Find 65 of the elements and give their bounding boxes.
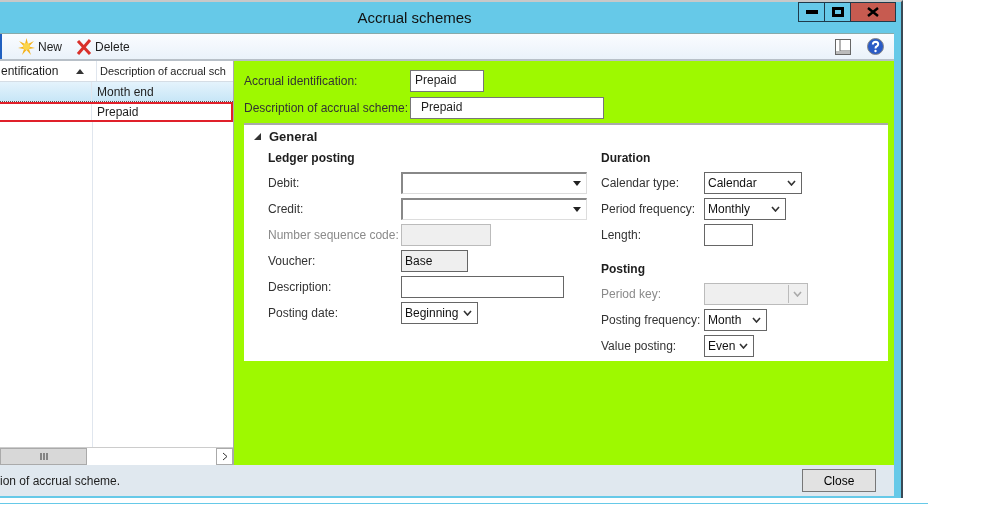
group-title: Posting xyxy=(601,262,646,276)
dropdown[interactable]: Monthly xyxy=(704,198,786,220)
status-text: ion of accrual scheme. xyxy=(0,473,121,488)
input-field[interactable] xyxy=(704,224,753,246)
close-icon xyxy=(867,7,879,17)
field-label: Debit: xyxy=(268,176,301,190)
scroll-right-button[interactable] xyxy=(216,448,233,465)
field-label: Number sequence code: xyxy=(268,228,400,242)
field-label: Period frequency: xyxy=(601,202,697,216)
chevron-down-icon xyxy=(793,291,802,297)
dropdown[interactable] xyxy=(401,172,587,194)
dropdown[interactable]: Even xyxy=(704,335,754,357)
input-field[interactable]: Prepaid xyxy=(410,69,484,92)
grid-row[interactable]: Month end xyxy=(0,82,233,102)
field-label: Posting frequency: xyxy=(601,313,702,327)
chevron-down-icon xyxy=(752,317,761,323)
dropdown[interactable]: Month xyxy=(704,309,767,331)
dropdown[interactable]: Calendar xyxy=(704,172,802,194)
close-button[interactable] xyxy=(850,2,896,22)
dropdown-arrow-icon xyxy=(573,207,581,212)
input-field[interactable] xyxy=(401,224,491,246)
group-title: Ledger posting xyxy=(268,151,356,165)
chevron-down-icon xyxy=(787,180,796,186)
chevron-down-icon xyxy=(739,343,748,349)
grid-cell-text: Prepaid xyxy=(96,105,139,119)
maximize-icon xyxy=(831,7,844,17)
delete-icon xyxy=(76,38,92,55)
field-label: Calendar type: xyxy=(601,176,681,190)
section-title: General xyxy=(269,129,318,144)
help-icon[interactable] xyxy=(867,38,884,55)
chevron-down-icon xyxy=(771,206,780,212)
minimize-button[interactable] xyxy=(798,2,825,22)
maximize-button[interactable] xyxy=(824,2,851,22)
dropdown[interactable]: Beginning xyxy=(401,302,478,324)
field-label: Posting date: xyxy=(268,306,340,320)
field-label: Credit: xyxy=(268,202,305,216)
group-title: Duration xyxy=(601,151,652,165)
chevron-down-icon xyxy=(463,310,472,316)
star-burst-icon xyxy=(18,38,35,55)
field-label: Description of accrual scheme: xyxy=(244,100,410,115)
grid-cell-text: Month end xyxy=(96,84,154,99)
field-label: Voucher: xyxy=(268,254,317,268)
grid-row[interactable]: Prepaid xyxy=(0,102,233,122)
field-label: Description: xyxy=(268,280,333,294)
input-field[interactable]: Prepaid xyxy=(410,96,604,119)
dropdown[interactable] xyxy=(401,198,587,220)
column-header[interactable]: Description of accrual sch xyxy=(97,61,233,81)
field-label: Length: xyxy=(601,228,643,242)
field-label: Value posting: xyxy=(601,339,678,353)
scrollbar-thumb[interactable] xyxy=(0,448,87,465)
input-field[interactable] xyxy=(401,276,564,298)
sort-arrow-icon xyxy=(76,68,84,74)
field-label: Period key: xyxy=(601,287,663,301)
chevron-right-icon xyxy=(221,452,228,461)
close-dialog-button[interactable]: Close xyxy=(802,469,876,492)
column-header[interactable]: entification xyxy=(0,61,97,81)
delete-button[interactable]: Delete xyxy=(74,38,132,55)
dropdown-arrow-icon xyxy=(573,181,581,186)
new-button[interactable]: New xyxy=(16,38,64,55)
field-label: Accrual identification: xyxy=(244,73,359,88)
input-field[interactable]: Base xyxy=(401,250,468,272)
window-title: Accrual schemes xyxy=(356,9,473,26)
layout-icon[interactable] xyxy=(835,38,851,55)
collapse-icon[interactable] xyxy=(254,133,261,140)
minimize-icon xyxy=(805,10,818,14)
